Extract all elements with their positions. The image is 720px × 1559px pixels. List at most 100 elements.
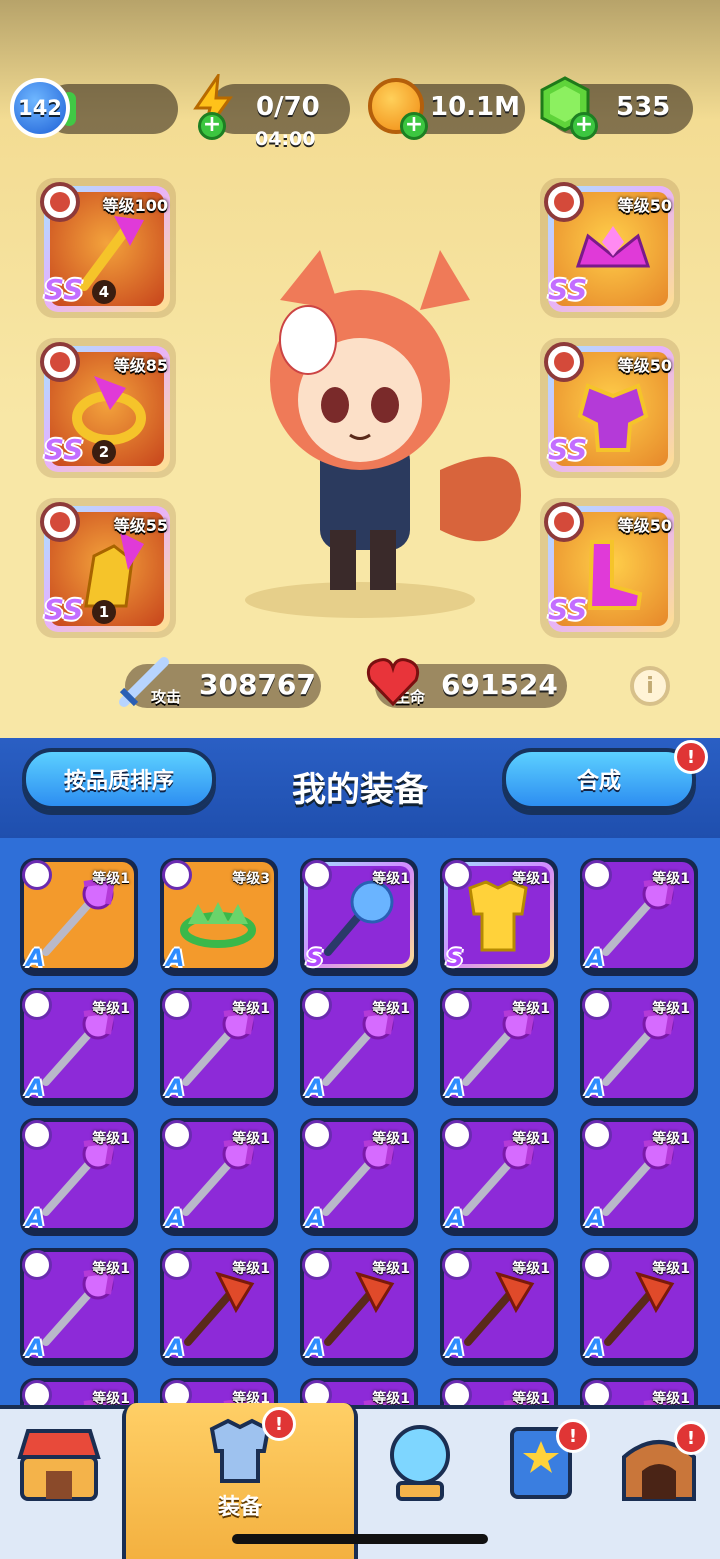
inventory-item[interactable]: 等级1 S <box>440 858 558 976</box>
item-grade: A <box>166 1204 185 1232</box>
equip-slot-weapon[interactable]: 等级100 SS 4 <box>36 178 176 318</box>
item-type-icon <box>582 1250 612 1280</box>
item-grade: A <box>586 1204 605 1232</box>
inventory-item[interactable]: 等级1 A <box>440 988 558 1106</box>
nav-book[interactable]: ! <box>480 1409 600 1559</box>
nav-forge[interactable]: ! <box>600 1409 720 1559</box>
item-type-icon <box>22 1120 52 1150</box>
inventory-item[interactable]: 等级1 A <box>580 1118 698 1236</box>
equip-slot-boots[interactable]: 等级50 SS <box>540 498 680 638</box>
equip-slot-armor[interactable]: 等级50 SS <box>540 338 680 478</box>
inventory-item[interactable]: 等级1 A <box>20 1118 138 1236</box>
item-type-icon <box>302 990 332 1020</box>
equip-slot-ring[interactable]: 等级85 SS 2 <box>36 338 176 478</box>
item-level: 等级1 <box>232 1261 270 1277</box>
item-level: 等级1 <box>92 1001 130 1017</box>
equip-level: 等级55 <box>113 516 168 535</box>
item-type-icon <box>442 990 472 1020</box>
inventory-item[interactable]: 等级1 A <box>300 988 418 1106</box>
equip-level: 等级50 <box>617 196 672 215</box>
item-grade: A <box>26 1334 45 1362</box>
inventory-item[interactable]: 等级3 A <box>160 858 278 976</box>
equip-level: 等级50 <box>617 516 672 535</box>
crystal-ball-icon <box>390 1425 450 1501</box>
item-type-icon <box>582 990 612 1020</box>
equip-level: 等级85 <box>113 356 168 375</box>
item-level: 等级1 <box>512 871 550 887</box>
item-type-icon <box>22 1250 52 1280</box>
item-type-icon <box>162 860 192 890</box>
shop-icon <box>17 1429 101 1501</box>
inventory-item[interactable]: 等级1 A <box>580 988 698 1106</box>
item-grade: A <box>446 1074 465 1102</box>
gem-value: 535 <box>616 92 671 122</box>
fox-girl-character <box>245 250 521 618</box>
inventory-item[interactable]: 等级1 A <box>160 988 278 1106</box>
nav-shop[interactable] <box>0 1409 120 1559</box>
info-button[interactable]: i <box>630 666 670 706</box>
item-grade: S <box>446 944 464 972</box>
grade-badge: SS <box>548 593 588 626</box>
player-level-badge[interactable]: 142 <box>10 78 70 138</box>
grade-badge: SS <box>44 433 84 466</box>
inventory-item[interactable]: 等级1 A <box>440 1248 558 1366</box>
merge-button[interactable]: 合成 <box>502 748 696 810</box>
home-indicator <box>232 1534 488 1544</box>
coin-value: 10.1M <box>430 92 521 122</box>
coin-add-button[interactable]: + <box>400 112 428 140</box>
heart-icon <box>366 658 420 706</box>
item-grade: A <box>586 1334 605 1362</box>
equipment-alert-badge: ! <box>262 1407 296 1441</box>
item-grade: A <box>166 1334 185 1362</box>
item-grade: A <box>166 1074 185 1102</box>
item-type-icon <box>442 1250 472 1280</box>
merge-button-label: 合成 <box>576 769 621 794</box>
inventory-item[interactable]: 等级1 A <box>580 858 698 976</box>
energy-add-button[interactable]: + <box>198 112 226 140</box>
grade-badge: SS <box>44 273 84 306</box>
inventory-panel: 按品质排序 我的装备 合成 ! 等级1 A 等级3 A 等级1 S 等级1 S 等级1 A 等级1 A… <box>0 738 720 1496</box>
equip-slot-helmet[interactable]: 等级50 SS <box>540 178 680 318</box>
item-grade: A <box>306 1074 325 1102</box>
inventory-item[interactable]: 等级1 A <box>20 1248 138 1366</box>
inventory-item[interactable]: 等级1 A <box>440 1118 558 1236</box>
sword-icon <box>119 657 169 707</box>
helmet-type-icon <box>544 182 584 222</box>
item-type-icon <box>302 1120 332 1150</box>
nav-equipment-label: 装备 <box>217 1495 262 1520</box>
inventory-item[interactable]: 等级1 A <box>20 858 138 976</box>
merge-alert-badge: ! <box>674 740 708 774</box>
item-level: 等级1 <box>92 1131 130 1147</box>
inventory-item[interactable]: 等级1 S <box>300 858 418 976</box>
item-level: 等级1 <box>92 871 130 887</box>
item-level: 等级1 <box>652 871 690 887</box>
equip-level: 等级100 <box>102 196 168 215</box>
item-level: 等级1 <box>372 1261 410 1277</box>
inventory-item[interactable]: 等级1 A <box>20 988 138 1106</box>
item-type-icon <box>582 1120 612 1150</box>
item-level: 等级1 <box>232 1131 270 1147</box>
item-level: 等级1 <box>512 1001 550 1017</box>
item-grade: A <box>26 1074 45 1102</box>
item-level: 等级1 <box>652 1261 690 1277</box>
inventory-item[interactable]: 等级1 A <box>160 1248 278 1366</box>
star-count: 1 <box>92 600 116 624</box>
item-grade: A <box>306 1334 325 1362</box>
inventory-item[interactable]: 等级1 A <box>580 1248 698 1366</box>
item-type-icon <box>162 990 192 1020</box>
star-count: 4 <box>92 280 116 304</box>
star-count: 2 <box>92 440 116 464</box>
ring-type-icon <box>40 342 80 382</box>
gem-add-button[interactable]: + <box>570 112 598 140</box>
item-level: 等级1 <box>512 1261 550 1277</box>
item-level: 等级1 <box>372 1131 410 1147</box>
item-type-icon <box>442 860 472 890</box>
inventory-item[interactable]: 等级1 A <box>160 1118 278 1236</box>
energy-value: 0/70 <box>256 92 320 122</box>
item-grade: A <box>166 944 185 972</box>
equip-slot-gloves[interactable]: 等级55 SS 1 <box>36 498 176 638</box>
inventory-item[interactable]: 等级1 A <box>300 1118 418 1236</box>
item-grade: A <box>306 1204 325 1232</box>
item-type-icon <box>302 860 332 890</box>
inventory-item[interactable]: 等级1 A <box>300 1248 418 1366</box>
